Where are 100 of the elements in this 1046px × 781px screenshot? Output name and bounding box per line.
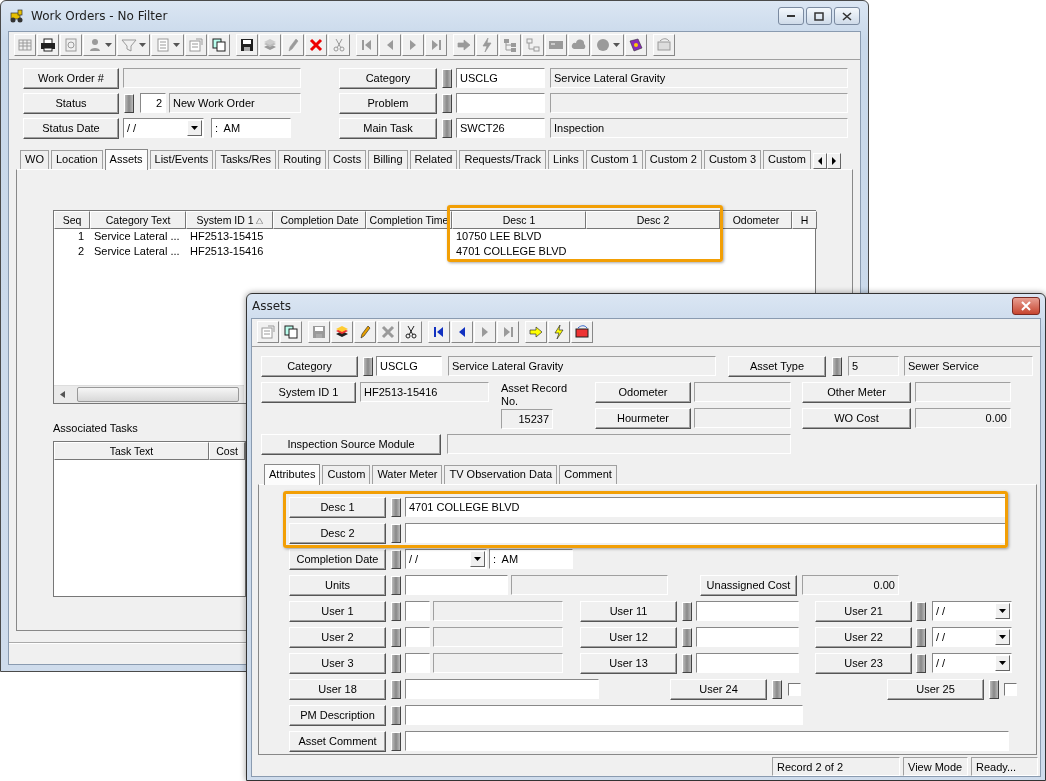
tab[interactable]: Custom 2 <box>644 149 702 169</box>
scroll-left-button[interactable] <box>812 152 827 169</box>
tab[interactable]: Requests/Track <box>459 149 547 169</box>
input-field[interactable] <box>405 575 508 596</box>
tab[interactable]: Links <box>548 149 584 169</box>
tab[interactable]: Custom 1 <box>585 149 643 169</box>
tab[interactable]: Comment <box>559 464 617 484</box>
label-button[interactable]: User 25 <box>887 678 984 700</box>
label-button[interactable]: Desc 2 <box>289 522 386 544</box>
lookup-button[interactable] <box>391 549 401 569</box>
lookup-button[interactable] <box>391 523 401 543</box>
lookup-button[interactable] <box>916 627 926 647</box>
horizontal-scrollbar[interactable] <box>54 384 244 403</box>
lookup-button[interactable] <box>363 356 373 376</box>
label-button[interactable]: User 12 <box>580 626 677 648</box>
lookup-button[interactable] <box>916 601 926 621</box>
label-button[interactable]: System ID 1 <box>261 381 356 403</box>
label-button[interactable]: Desc 1 <box>289 496 386 518</box>
tab[interactable]: Custom 3 <box>703 149 761 169</box>
close-button[interactable] <box>1012 297 1040 315</box>
label-button[interactable]: User 13 <box>580 652 677 674</box>
input-field[interactable] <box>696 627 799 648</box>
toolbar-button[interactable] <box>625 34 647 57</box>
tab[interactable]: Water Meter <box>372 464 443 484</box>
input-field[interactable] <box>405 653 430 674</box>
input-field[interactable]: : AM <box>489 549 573 570</box>
input-field[interactable]: USCLG <box>376 356 442 377</box>
label-button[interactable]: User 18 <box>289 678 386 700</box>
close-button[interactable] <box>834 7 860 25</box>
input-field[interactable] <box>405 601 430 622</box>
tab[interactable]: Custom <box>322 464 371 484</box>
lookup-button[interactable] <box>391 497 401 517</box>
dropdown-field[interactable]: / / <box>405 549 487 570</box>
input-field[interactable] <box>456 93 545 114</box>
lookup-button[interactable] <box>442 93 452 113</box>
toolbar-button[interactable] <box>400 321 422 344</box>
scrollbar-thumb[interactable] <box>77 386 239 402</box>
maximize-button[interactable] <box>806 7 832 25</box>
label-button[interactable]: Asset Type <box>728 355 826 377</box>
input-field[interactable]: USCLG <box>456 68 545 89</box>
input-field[interactable]: 4701 COLLEGE BLVD <box>405 497 1006 518</box>
minimize-button[interactable] <box>778 7 804 25</box>
lookup-button[interactable] <box>442 118 452 138</box>
input-field[interactable] <box>405 627 430 648</box>
tab[interactable]: Tasks/Res <box>215 149 277 169</box>
label-button[interactable]: Asset Comment <box>289 730 386 752</box>
label-button[interactable]: PM Description <box>289 704 386 726</box>
dropdown-field[interactable]: / / <box>932 601 1012 622</box>
toolbar-button[interactable] <box>236 34 258 57</box>
label-button[interactable]: Unassigned Cost <box>700 574 797 596</box>
label-button[interactable]: Status Date <box>23 117 119 139</box>
label-button[interactable]: WO Cost <box>802 407 911 429</box>
label-button[interactable]: Status <box>23 92 119 114</box>
lookup-button[interactable] <box>682 653 692 673</box>
tab[interactable]: Custom <box>763 149 811 169</box>
lookup-button[interactable] <box>682 627 692 647</box>
tab[interactable]: WO <box>20 149 49 169</box>
label-button[interactable]: Other Meter <box>802 381 911 403</box>
input-field[interactable] <box>405 731 1009 752</box>
column-header[interactable]: Completion Date <box>273 210 366 229</box>
tab[interactable]: Related <box>409 149 458 169</box>
column-header[interactable]: Desc 2 <box>586 210 720 229</box>
label-button[interactable]: User 21 <box>815 600 912 622</box>
label-button[interactable]: User 2 <box>289 626 386 648</box>
tab[interactable]: Routing <box>278 149 327 169</box>
input-field[interactable] <box>405 523 1006 544</box>
input-field[interactable] <box>696 601 799 622</box>
column-header[interactable]: H <box>792 210 817 229</box>
label-button[interactable]: Category <box>261 355 358 377</box>
lookup-button[interactable] <box>124 93 134 113</box>
toolbar-button[interactable] <box>428 321 450 344</box>
lookup-button[interactable] <box>682 601 692 621</box>
lookup-button[interactable] <box>916 653 926 673</box>
label-button[interactable]: User 24 <box>670 678 767 700</box>
input-field[interactable]: SWCT26 <box>456 118 545 139</box>
lookup-button[interactable] <box>391 627 401 647</box>
input-field[interactable] <box>696 653 799 674</box>
checkbox[interactable] <box>1004 682 1017 696</box>
label-button[interactable]: User 22 <box>815 626 912 648</box>
tab[interactable]: List/Events <box>149 149 214 169</box>
lookup-button[interactable] <box>391 575 401 595</box>
column-header[interactable]: Completion Time <box>366 210 452 229</box>
toolbar-button[interactable] <box>451 321 473 344</box>
label-button[interactable]: User 1 <box>289 600 386 622</box>
toolbar-button[interactable] <box>208 34 230 57</box>
toolbar-button[interactable] <box>331 321 353 344</box>
label-button[interactable]: Completion Date <box>289 548 386 570</box>
dropdown-field[interactable]: / / <box>123 118 204 139</box>
column-header[interactable]: Desc 1 <box>452 210 586 229</box>
input-field[interactable] <box>405 705 803 726</box>
label-button[interactable]: Work Order # <box>23 67 119 89</box>
tab[interactable]: Assets <box>104 148 148 170</box>
toolbar-button[interactable] <box>280 321 302 344</box>
tab[interactable]: Costs <box>328 149 367 169</box>
checkbox[interactable] <box>788 682 801 696</box>
column-header[interactable]: Cost <box>209 441 245 460</box>
column-header[interactable]: Task Text <box>54 441 209 460</box>
label-button[interactable]: Category <box>339 67 437 89</box>
lookup-button[interactable] <box>391 601 401 621</box>
column-header[interactable]: System ID 1 <box>186 210 273 229</box>
